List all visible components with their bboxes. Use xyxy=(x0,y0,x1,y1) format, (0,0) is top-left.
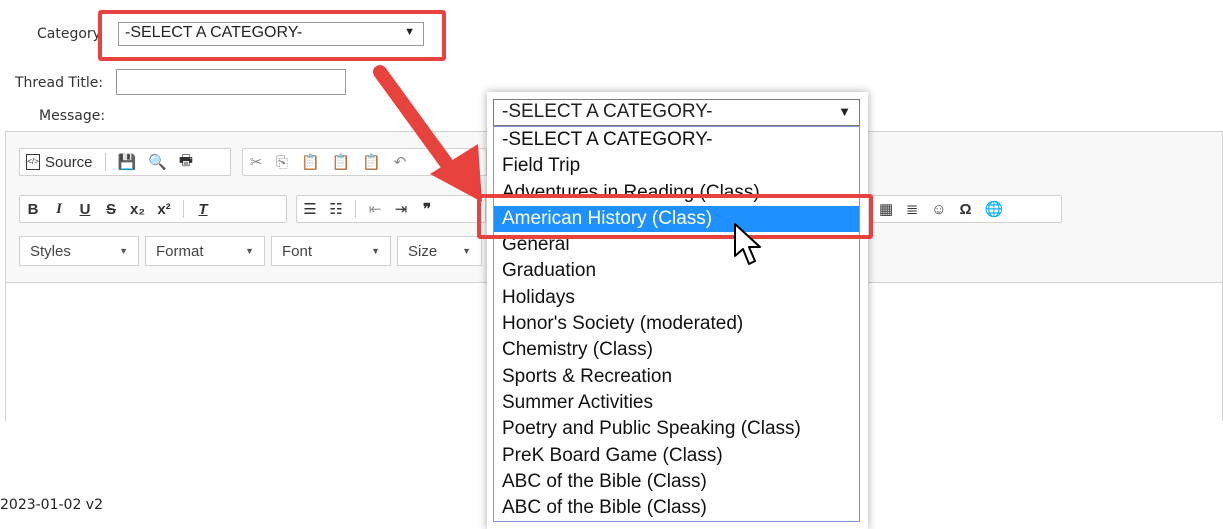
caret-down-icon: ▼ xyxy=(462,246,471,256)
option-highlight-box xyxy=(477,194,873,239)
table-icon[interactable]: ▦ xyxy=(879,200,893,218)
paste-text-icon[interactable]: 📋 xyxy=(332,153,351,171)
save-icon[interactable]: 💾 xyxy=(118,153,137,171)
option-abc-bible-2[interactable]: ABC of the Bible (Class) xyxy=(494,495,859,521)
subscript-icon[interactable]: x₂ xyxy=(130,201,145,218)
horizontal-line-icon[interactable]: ≣ xyxy=(905,200,919,218)
popup-select-value: -SELECT A CATEGORY- xyxy=(502,101,713,122)
cut-icon[interactable]: ✂ xyxy=(249,153,263,171)
strikethrough-icon[interactable]: S xyxy=(104,201,118,218)
numbered-list-icon[interactable]: ☰ xyxy=(303,200,317,218)
toolbar-group-document: </> Source 💾 🔍 🖶 xyxy=(19,148,231,176)
preview-icon[interactable]: 🔍 xyxy=(148,153,167,171)
size-combo[interactable]: Size ▼ xyxy=(397,236,482,266)
source-button[interactable]: </> Source xyxy=(26,154,93,171)
option-graduation[interactable]: Graduation xyxy=(494,258,859,284)
popup-category-select[interactable]: -SELECT A CATEGORY- ▼ xyxy=(493,99,860,126)
option-honors-society[interactable]: Honor's Society (moderated) xyxy=(494,311,859,337)
bulleted-list-icon[interactable]: ☷ xyxy=(329,200,343,218)
annotation-arrow xyxy=(373,65,482,202)
option-holidays[interactable]: Holidays xyxy=(494,285,859,311)
toolbar-separator xyxy=(183,200,185,218)
paste-icon[interactable]: 📋 xyxy=(301,153,320,171)
superscript-icon[interactable]: x² xyxy=(157,201,171,218)
styles-combo-label: Styles xyxy=(30,242,71,260)
toolbar-group-basicstyles: B I U S x₂ x² T xyxy=(19,195,287,223)
format-combo-label: Format xyxy=(156,242,204,260)
source-icon: </> xyxy=(26,154,40,170)
font-combo-label: Font xyxy=(282,242,313,260)
remove-format-icon[interactable]: T xyxy=(196,201,210,218)
special-char-icon[interactable]: Ω xyxy=(959,201,973,218)
option-chemistry[interactable]: Chemistry (Class) xyxy=(494,337,859,363)
format-combo[interactable]: Format ▼ xyxy=(145,236,265,266)
option-select-category[interactable]: -SELECT A CATEGORY- xyxy=(494,127,859,153)
toolbar-group-insert: ▦ ≣ ☺ Ω 🌐 xyxy=(872,195,1062,223)
toolbar-separator xyxy=(355,200,356,218)
underline-icon[interactable]: U xyxy=(78,201,92,218)
styles-combo[interactable]: Styles ▼ xyxy=(19,236,139,266)
version-note: 2023-01-02 v2 xyxy=(0,497,104,513)
source-label: Source xyxy=(45,153,93,171)
caret-down-icon: ▼ xyxy=(119,246,128,256)
font-combo[interactable]: Font ▼ xyxy=(271,236,391,266)
italic-icon[interactable]: I xyxy=(52,201,66,218)
bold-icon[interactable]: B xyxy=(26,201,40,218)
iframe-globe-icon[interactable]: 🌐 xyxy=(985,200,1004,218)
smiley-icon[interactable]: ☺ xyxy=(931,201,946,218)
caret-down-icon: ▼ xyxy=(245,246,254,256)
option-prek-board-game[interactable]: PreK Board Game (Class) xyxy=(494,443,859,469)
size-combo-label: Size xyxy=(408,242,438,260)
caret-down-icon: ▼ xyxy=(371,246,380,256)
chevron-down-icon: ▼ xyxy=(838,104,851,119)
mouse-cursor-icon xyxy=(734,223,761,265)
option-sports-recreation[interactable]: Sports & Recreation xyxy=(494,364,859,390)
toolbar-separator xyxy=(104,153,106,171)
category-label: Category xyxy=(37,26,101,42)
thread-title-label: Thread Title: xyxy=(15,75,104,91)
message-label: Message: xyxy=(39,108,106,124)
option-summer-activities[interactable]: Summer Activities xyxy=(494,390,859,416)
option-poetry-public-speaking[interactable]: Poetry and Public Speaking (Class) xyxy=(494,416,859,442)
category-highlight-box xyxy=(98,10,446,61)
option-abc-bible-1[interactable]: ABC of the Bible (Class) xyxy=(494,469,859,495)
category-options-list: -SELECT A CATEGORY- Field Trip Adventure… xyxy=(493,126,860,522)
copy-icon[interactable]: ⎘ xyxy=(275,154,289,171)
option-field-trip[interactable]: Field Trip xyxy=(494,153,859,179)
thread-title-input[interactable] xyxy=(116,69,346,95)
print-icon[interactable]: 🖶 xyxy=(179,150,193,175)
